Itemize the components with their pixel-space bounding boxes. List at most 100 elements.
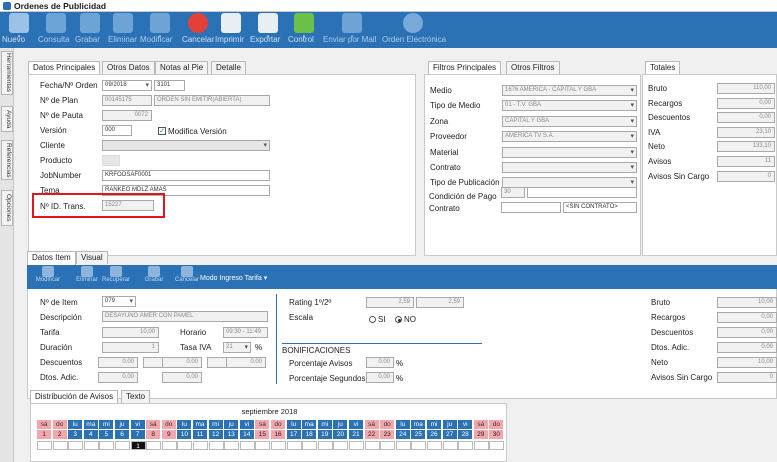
calendar-day[interactable]: 18 (302, 430, 318, 439)
tab-notas-al-pie[interactable]: Notas al Pie (155, 61, 209, 74)
calendar-day[interactable]: 4 (83, 430, 99, 439)
sidebar-tab-opciones[interactable]: Opciones (1, 190, 13, 226)
calendar-day-slot[interactable] (473, 441, 489, 450)
calendar-day[interactable]: 28 (458, 430, 474, 439)
calendar-day-slot[interactable] (52, 441, 68, 450)
calendar-day-slot[interactable] (83, 441, 99, 450)
tab-distribucion-avisos[interactable]: Distribución de Avisos (30, 390, 119, 404)
calendar-day-slot[interactable]: 1 (130, 441, 146, 450)
calendar-day[interactable]: 23 (380, 430, 396, 439)
calendar-day[interactable]: 16 (271, 430, 286, 439)
calendar-day[interactable]: 12 (208, 430, 224, 439)
toolbar-button-10[interactable]: Enviar por Mail ▾ (323, 13, 381, 47)
tab-totales[interactable]: Totales (645, 61, 681, 75)
contrato2-field[interactable] (501, 202, 561, 213)
tab-detalle[interactable]: Detalle (211, 61, 246, 74)
tab-otros-datos[interactable]: Otros Datos (102, 61, 155, 74)
calendar-day-slot[interactable] (239, 441, 255, 450)
calendar-day[interactable]: 2 (52, 430, 68, 439)
condicion-pago-desc-field[interactable] (527, 187, 637, 198)
filter-field[interactable]: AMERICA TV S.A. (502, 131, 637, 143)
tasa-iva-field[interactable]: 21 (223, 342, 251, 353)
cliente-field[interactable] (102, 140, 270, 151)
escala-no-radio[interactable] (395, 316, 402, 323)
calendar-day-slot[interactable] (177, 441, 193, 450)
calendar-day[interactable]: 10 (177, 430, 193, 439)
item-toolbar-button[interactable]: Modificar (32, 266, 64, 283)
calendar-day[interactable]: 20 (333, 430, 349, 439)
calendar-day[interactable]: 11 (193, 430, 208, 439)
sidebar-tab-referencias[interactable]: Referencias (1, 140, 13, 180)
escala-si-radio[interactable] (369, 316, 376, 323)
calendar-day[interactable]: 30 (489, 430, 505, 439)
calendar-day[interactable]: 17 (286, 430, 302, 439)
toolbar-button-9[interactable]: Control ▾ (288, 13, 320, 47)
calendar-day-slot[interactable] (489, 441, 505, 450)
toolbar-button-7[interactable]: Imprimir (215, 13, 247, 47)
version-field[interactable]: 000 (102, 125, 132, 136)
toolbar-button-6[interactable]: Cancelar (182, 13, 214, 47)
toolbar-button-11[interactable]: Orden Electrónica (382, 13, 446, 47)
calendar-day[interactable]: 7 (130, 430, 146, 439)
sidebar-tab-ayuda[interactable]: Ayuda (1, 106, 13, 132)
tab-filtros-principales[interactable]: Filtros Principales (428, 61, 502, 75)
calendar-day-slot[interactable] (286, 441, 302, 450)
calendar-day[interactable]: 22 (364, 430, 380, 439)
tab-texto[interactable]: Texto (121, 390, 151, 403)
calendar-day-slot[interactable] (146, 441, 162, 450)
calendar-day[interactable]: 6 (115, 430, 130, 439)
producto-field[interactable] (102, 155, 120, 166)
filter-field[interactable] (502, 146, 637, 158)
calendar-day-slot[interactable] (68, 441, 84, 450)
calendar-day-slot[interactable] (395, 441, 411, 450)
calendar-day[interactable]: 26 (427, 430, 442, 439)
sidebar-tab-herramientas[interactable]: Herramientas (1, 51, 13, 95)
calendar-day[interactable]: 15 (255, 430, 271, 439)
calendar-day-slot[interactable] (364, 441, 380, 450)
modo-ingreso-tarifa-menu[interactable]: Modo Ingreso Tarifa ▾ (200, 274, 267, 282)
item-toolbar-button[interactable]: Grabar (138, 266, 170, 283)
calendar-day[interactable]: 5 (99, 430, 115, 439)
tab-datos-item[interactable]: Datos Item (27, 251, 76, 265)
calendar-day[interactable]: 14 (239, 430, 255, 439)
tab-visual[interactable]: Visual (76, 251, 108, 264)
filter-field[interactable] (502, 162, 637, 173)
calendar-day[interactable]: 21 (349, 430, 364, 439)
filter-field[interactable]: CAPITAL Y GBA (502, 115, 637, 127)
toolbar-button-3[interactable]: Grabar (75, 13, 105, 47)
toolbar-button-2[interactable]: Consulta (38, 13, 74, 47)
item-toolbar-button[interactable]: Recuperar (100, 266, 132, 283)
calendar-day-slot[interactable] (161, 441, 177, 450)
modifica-version-checkbox[interactable]: ✓ (158, 127, 166, 135)
calendar-day-slot[interactable] (458, 441, 474, 450)
tab-datos-principales[interactable]: Datos Principales (28, 61, 101, 75)
calendar-day-slot[interactable] (255, 441, 271, 450)
calendar-day-slot[interactable] (115, 441, 130, 450)
item-toolbar-button[interactable]: Eliminar (71, 266, 103, 283)
calendar-day-slot[interactable] (99, 441, 115, 450)
calendar-day[interactable]: 1 (37, 430, 52, 439)
fecha-field[interactable]: 09/2018 (102, 80, 152, 91)
orden-field[interactable]: 3101 (154, 80, 185, 91)
item-toolbar-button[interactable]: Cancelar (171, 266, 203, 283)
calendar-day-slot[interactable] (224, 441, 240, 450)
calendar-day-slot[interactable] (302, 441, 318, 450)
calendar-day-slot[interactable] (193, 441, 208, 450)
toolbar-button-1[interactable]: Nuevo ▾ (2, 13, 36, 47)
toolbar-button-4[interactable]: Eliminar (108, 13, 138, 47)
calendar-day-slot[interactable] (333, 441, 349, 450)
calendar-day[interactable]: 13 (224, 430, 240, 439)
calendar-day-slot[interactable] (380, 441, 396, 450)
toolbar-button-8[interactable]: Exportar ▾ (250, 13, 286, 47)
calendar-day[interactable]: 24 (395, 430, 411, 439)
tab-otros-filtros[interactable]: Otros Filtros (506, 61, 560, 74)
calendar-day[interactable]: 29 (473, 430, 489, 439)
calendar-day[interactable]: 9 (161, 430, 177, 439)
calendar-day[interactable]: 19 (317, 430, 333, 439)
filter-field[interactable]: 1676 AMERICA - CAPITAL Y GBA (502, 85, 637, 96)
calendar-day[interactable]: 25 (411, 430, 427, 439)
calendar-day-slot[interactable] (317, 441, 333, 450)
calendar-day[interactable]: 27 (442, 430, 458, 439)
calendar-day-slot[interactable] (37, 441, 52, 450)
toolbar-button-5[interactable]: Modificar ▾ (140, 13, 180, 47)
